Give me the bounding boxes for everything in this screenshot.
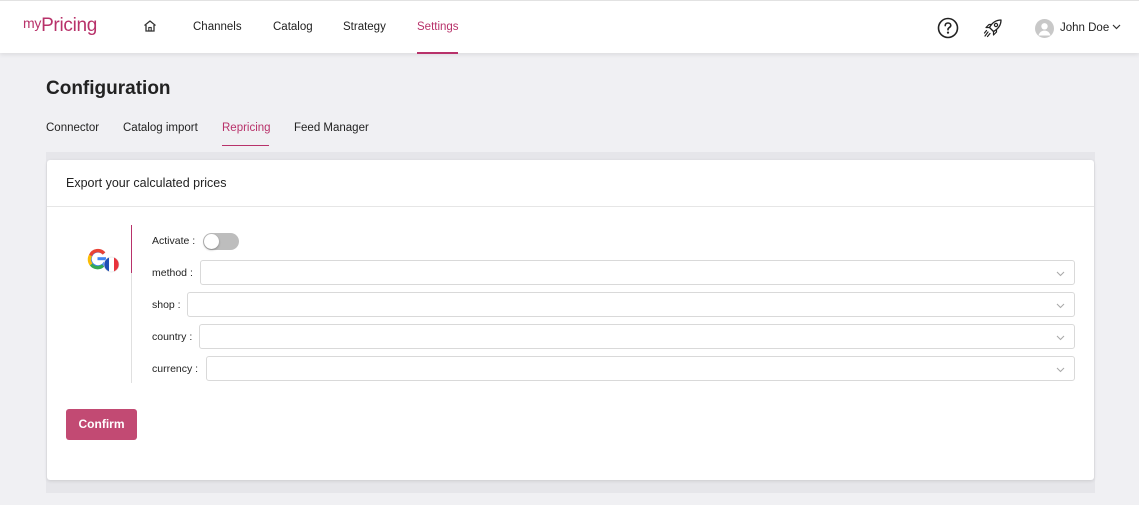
tab-catalog-import[interactable]: Catalog import xyxy=(123,122,198,134)
currency-select[interactable] xyxy=(206,356,1075,381)
chevron-down-icon xyxy=(1056,271,1065,277)
chevron-down-icon xyxy=(1056,335,1065,341)
page-title: Configuration xyxy=(46,78,171,99)
google-france-icon xyxy=(87,248,120,273)
export-prices-card: Export your calculated prices Activate :… xyxy=(47,160,1094,480)
tab-connector[interactable]: Connector xyxy=(46,122,99,134)
nav-catalog[interactable]: Catalog xyxy=(273,21,313,33)
confirm-button[interactable]: Confirm xyxy=(66,409,137,440)
method-label: method : xyxy=(152,267,193,279)
chevron-down-icon xyxy=(1056,303,1065,309)
toggle-knob xyxy=(204,234,219,249)
rocket-icon[interactable] xyxy=(982,17,1004,39)
country-select[interactable] xyxy=(199,324,1075,349)
tab-active-indicator xyxy=(222,145,269,146)
channel-divider xyxy=(131,273,132,383)
card-title: Export your calculated prices xyxy=(66,176,227,190)
tab-repricing[interactable]: Repricing xyxy=(222,122,271,134)
nav-settings[interactable]: Settings xyxy=(417,21,459,33)
channel-divider-accent xyxy=(131,225,132,273)
chevron-down-icon[interactable] xyxy=(1112,24,1121,30)
user-avatar-icon[interactable] xyxy=(1035,19,1054,38)
logo-main: Pricing xyxy=(41,15,98,36)
logo-prefix: my xyxy=(23,15,42,31)
method-select[interactable] xyxy=(200,260,1075,285)
user-menu-name[interactable]: John Doe xyxy=(1060,22,1109,34)
card-header: Export your calculated prices xyxy=(47,160,1094,207)
nav-active-indicator xyxy=(417,52,458,54)
question-circle-icon[interactable] xyxy=(937,17,959,39)
top-navigation-bar: myPricing Channels Catalog Strategy Sett… xyxy=(0,0,1139,54)
nav-strategy[interactable]: Strategy xyxy=(343,21,386,33)
tab-feed-manager[interactable]: Feed Manager xyxy=(294,122,369,134)
mypricing-logo[interactable]: myPricing xyxy=(23,15,97,37)
person-icon xyxy=(1038,23,1051,36)
shop-label: shop : xyxy=(152,299,181,311)
shop-select[interactable] xyxy=(187,292,1075,317)
country-label: country : xyxy=(152,331,193,343)
activate-label: Activate : xyxy=(152,235,196,247)
nav-channels[interactable]: Channels xyxy=(193,21,242,33)
activate-toggle[interactable] xyxy=(203,233,239,250)
currency-label: currency : xyxy=(152,363,199,375)
chevron-down-icon xyxy=(1056,367,1065,373)
home-icon[interactable] xyxy=(142,18,158,34)
